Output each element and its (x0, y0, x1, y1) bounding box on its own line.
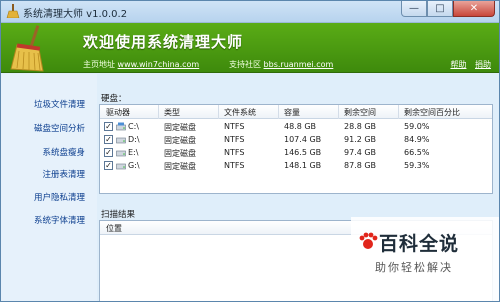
hard-drive-icon (116, 122, 126, 131)
drive-fs: NTFS (224, 135, 245, 144)
drive-fs: NTFS (224, 148, 245, 157)
drive-capacity: 107.4 GB (284, 135, 322, 144)
window-title: 系统清理大师 v1.0.0.2 (23, 9, 128, 20)
disk-group-label: 硬盘： (101, 94, 127, 104)
col-drive[interactable]: 驱动器 (106, 107, 130, 118)
drive-fs: NTFS (224, 161, 245, 170)
sidebar-item-privacy[interactable]: 用户隐私清理 (34, 191, 85, 203)
broom-app-icon (6, 4, 20, 18)
drive-capacity: 146.5 GB (284, 148, 322, 157)
watermark-logo: 百科全说 (379, 233, 460, 255)
table-row[interactable]: ✓ G:\ 固定磁盘 NTFS 148.1 GB 87.8 GB 59.3% (100, 160, 492, 172)
table-row[interactable]: ✓ C:\ 固定磁盘 NTFS 48.8 GB 28.8 GB 59.0% (100, 121, 492, 133)
col-free-percent[interactable]: 剩余空间百分比 (404, 107, 460, 118)
broom-logo-icon (10, 25, 44, 72)
help-link[interactable]: 帮助 (450, 60, 466, 69)
table-row[interactable]: ✓ D:\ 固定磁盘 NTFS 107.4 GB 91.2 GB 84.9% (100, 134, 492, 146)
drive-capacity: 48.8 GB (284, 122, 317, 131)
title-bar[interactable]: 系统清理大师 v1.0.0.2 — □ ✕ (1, 1, 499, 23)
homepage-row: 主页地址 www.win7china.com (83, 59, 199, 70)
col-divider (278, 105, 279, 119)
disk-table: 驱动器 类型 文件系统 容量 剩余空间 剩余空间百分比 ✓ C:\ 固定磁盘 N… (99, 104, 493, 194)
col-free[interactable]: 剩余空间 (344, 107, 376, 118)
drive-checkbox[interactable]: ✓ (104, 161, 113, 170)
sidebar-item-registry[interactable]: 注册表清理 (42, 168, 85, 180)
sidebar-item-disk-analysis[interactable]: 磁盘空间分析 (34, 122, 85, 134)
drive-type: 固定磁盘 (164, 123, 196, 132)
community-link[interactable]: bbs.ruanmei.com (264, 60, 334, 69)
homepage-label: 主页地址 (83, 60, 115, 69)
col-divider (338, 105, 339, 119)
sidebar-item-fonts[interactable]: 系统字体清理 (34, 214, 85, 226)
scan-group-label: 扫描结果 (101, 210, 136, 220)
homepage-link[interactable]: www.win7china.com (118, 60, 200, 69)
sidebar-item-junk-files[interactable]: 垃圾文件清理 (34, 98, 85, 110)
drive-checkbox[interactable]: ✓ (104, 148, 113, 157)
hard-drive-icon (116, 137, 126, 144)
minimize-button[interactable]: — (401, 1, 427, 17)
drive-checkbox[interactable]: ✓ (104, 135, 113, 144)
sidebar-item-system-slim[interactable]: 系统盘瘦身 (42, 146, 85, 158)
col-location[interactable]: 位置 (106, 223, 122, 234)
watermark: 百科全说 助你轻松解决 (351, 217, 499, 301)
col-divider (398, 105, 399, 119)
hard-drive-icon (116, 150, 126, 157)
drive-type: 固定磁盘 (164, 162, 196, 171)
table-row[interactable]: ✓ E:\ 固定磁盘 NTFS 146.5 GB 97.4 GB 66.5% (100, 147, 492, 159)
watermark-subtitle: 助你轻松解决 (375, 261, 453, 274)
drive-free: 91.2 GB (344, 135, 377, 144)
hard-drive-icon (116, 163, 126, 170)
drive-free: 28.8 GB (344, 122, 377, 131)
maximize-button[interactable]: □ (427, 1, 453, 17)
drive-capacity: 148.1 GB (284, 161, 322, 170)
drive-percent: 84.9% (404, 135, 430, 144)
paw-logo-icon (359, 232, 378, 249)
donate-link[interactable]: 捐助 (475, 60, 491, 69)
header-banner: 欢迎使用系统清理大师 主页地址 www.win7china.com 支持社区 b… (1, 23, 499, 73)
app-window: 系统清理大师 v1.0.0.2 — □ ✕ 欢迎使用系统清理大师 主页地址 ww… (0, 0, 500, 302)
drive-letter: C:\ (128, 122, 139, 131)
col-divider (158, 105, 159, 119)
drive-type: 固定磁盘 (164, 136, 196, 145)
drive-percent: 66.5% (404, 148, 430, 157)
col-divider (218, 105, 219, 119)
help-links: 帮助 捐助 (444, 59, 491, 70)
community-row: 支持社区 bbs.ruanmei.com (229, 59, 333, 70)
window-controls: — □ ✕ (401, 1, 495, 19)
drive-free: 87.8 GB (344, 161, 377, 170)
drive-percent: 59.0% (404, 122, 430, 131)
close-button[interactable]: ✕ (453, 1, 495, 17)
drive-letter: D:\ (128, 135, 140, 144)
drive-letter: G:\ (128, 161, 140, 170)
col-filesystem[interactable]: 文件系统 (224, 107, 256, 118)
col-type[interactable]: 类型 (164, 107, 180, 118)
col-capacity[interactable]: 容量 (284, 107, 300, 118)
banner-title: 欢迎使用系统清理大师 (83, 33, 244, 51)
drive-letter: E:\ (128, 148, 139, 157)
drive-type: 固定磁盘 (164, 149, 196, 158)
drive-fs: NTFS (224, 122, 245, 131)
drive-checkbox[interactable]: ✓ (104, 122, 113, 131)
disk-table-header: 驱动器 类型 文件系统 容量 剩余空间 剩余空间百分比 (100, 105, 492, 119)
sidebar: 垃圾文件清理 磁盘空间分析 系统盘瘦身 注册表清理 用户隐私清理 系统字体清理 (1, 74, 97, 301)
community-label: 支持社区 (229, 60, 261, 69)
drive-free: 97.4 GB (344, 148, 377, 157)
drive-percent: 59.3% (404, 161, 430, 170)
